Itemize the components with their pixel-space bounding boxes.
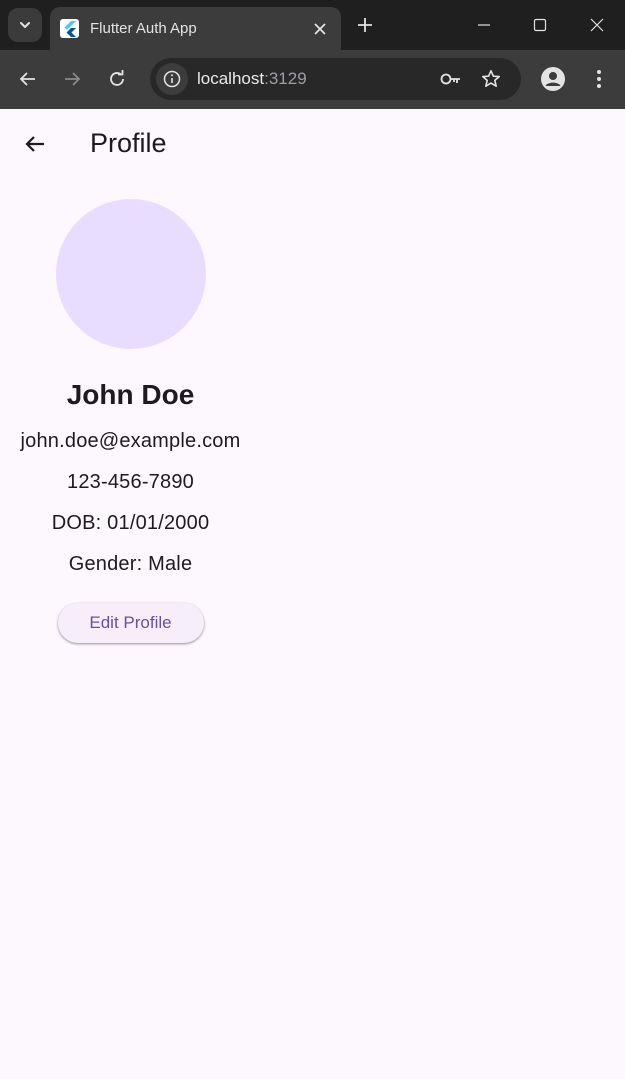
star-icon: [482, 70, 500, 87]
forward-arrow-icon: [65, 72, 81, 86]
close-icon: [314, 22, 326, 35]
browser-menu-button[interactable]: [582, 62, 616, 96]
maximize-button[interactable]: [512, 0, 568, 50]
url-text: localhost:3129: [197, 69, 307, 89]
url-host: localhost: [197, 69, 265, 88]
new-tab-button[interactable]: [350, 10, 380, 40]
back-arrow-icon: [19, 72, 35, 86]
profile-phone: 123-456-7890: [67, 471, 194, 493]
browser-chrome: Flutter Auth App localhost:3129: [0, 0, 625, 109]
minimize-icon: [478, 24, 490, 26]
profile-section: John Doe john.doe@example.com 123-456-78…: [0, 179, 261, 643]
window-close-button[interactable]: [569, 0, 625, 50]
app-bar: Profile: [0, 109, 625, 179]
avatar: [55, 199, 206, 349]
profile-name: John Doe: [66, 379, 195, 410]
site-info-button[interactable]: [156, 63, 188, 95]
account-icon: [541, 67, 565, 91]
info-icon: [163, 70, 181, 88]
password-key-button[interactable]: [435, 63, 467, 95]
key-icon: [440, 73, 460, 85]
tab-close-button[interactable]: [305, 14, 335, 44]
maximize-icon: [533, 18, 547, 32]
profile-dob: DOB: 01/01/2000: [51, 512, 210, 534]
profile-button[interactable]: [536, 62, 570, 96]
edit-profile-button[interactable]: Edit Profile: [57, 603, 204, 643]
profile-email: john.doe@example.com: [20, 430, 241, 452]
back-button[interactable]: [15, 124, 55, 164]
tab-strip: Flutter Auth App: [0, 0, 625, 50]
tab-title: Flutter Auth App: [90, 20, 197, 37]
kebab-menu-icon: [597, 70, 601, 88]
chevron-down-icon: [20, 22, 30, 28]
browser-toolbar: localhost:3129: [0, 50, 625, 109]
reload-icon: [110, 70, 124, 86]
bookmark-button[interactable]: [475, 63, 507, 95]
page-title: Profile: [90, 128, 167, 158]
address-bar[interactable]: localhost:3129: [150, 58, 521, 100]
plus-icon: [358, 18, 372, 32]
back-arrow-icon: [25, 136, 44, 152]
tab-search-button[interactable]: [8, 8, 42, 42]
reload-button[interactable]: [100, 62, 134, 96]
close-icon: [590, 18, 604, 32]
active-tab[interactable]: Flutter Auth App: [50, 7, 341, 50]
forward-nav-button[interactable]: [55, 62, 89, 96]
back-nav-button[interactable]: [11, 62, 45, 96]
flutter-favicon-icon: [60, 19, 79, 38]
url-port: :3129: [264, 69, 307, 88]
minimize-button[interactable]: [456, 0, 512, 50]
profile-gender: Gender: Male: [68, 553, 193, 575]
app-viewport: Profile John Doe john.doe@example.com 12…: [0, 109, 625, 1079]
